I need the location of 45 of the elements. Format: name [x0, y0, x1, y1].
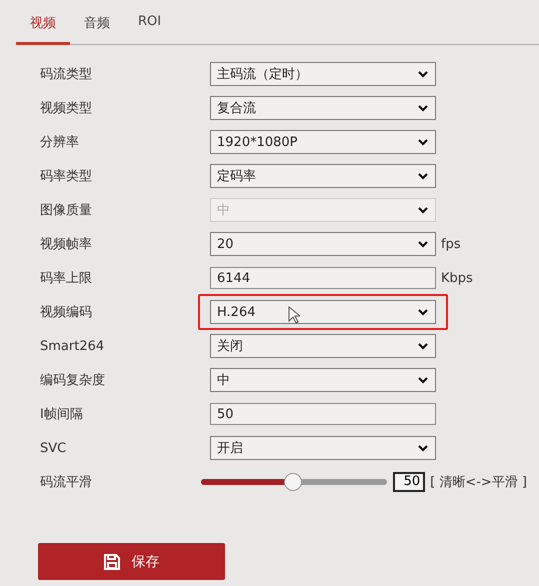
- unit-label: fps: [441, 236, 461, 252]
- field-label: 码率类型: [40, 168, 93, 185]
- cursor-icon: [288, 306, 300, 324]
- chevron-down-icon: [417, 70, 429, 78]
- dropdown[interactable]: 复合流: [210, 96, 436, 120]
- tab[interactable]: 音频: [70, 8, 124, 45]
- input-field[interactable]: 50: [210, 403, 436, 425]
- tab[interactable]: ROI: [124, 8, 176, 45]
- dropdown[interactable]: 1920*1080P: [210, 130, 436, 154]
- dropdown[interactable]: 定码率: [210, 164, 436, 188]
- dropdown[interactable]: 开启: [210, 436, 436, 460]
- save-button[interactable]: 保存: [38, 543, 225, 580]
- chevron-down-icon: [417, 308, 429, 316]
- dropdown[interactable]: 关闭: [210, 334, 436, 358]
- chevron-down-icon: [417, 342, 429, 350]
- field-label: 码率上限: [40, 270, 93, 287]
- dropdown[interactable]: 中: [210, 368, 436, 392]
- slider-thumb[interactable]: [284, 473, 302, 491]
- field-label: 码流平滑: [40, 474, 93, 491]
- field-label: 码流类型: [40, 66, 93, 83]
- unit-label: Kbps: [441, 270, 473, 286]
- chevron-down-icon: [417, 240, 429, 248]
- dropdown[interactable]: 主码流（定时）: [210, 62, 436, 86]
- field-label: 编码复杂度: [40, 372, 106, 389]
- chevron-down-icon: [417, 104, 429, 112]
- unit-label: [ 清晰<->平滑 ]: [430, 474, 527, 491]
- field-label: 视频类型: [40, 100, 93, 117]
- field-label: 图像质量: [40, 202, 93, 219]
- dropdown[interactable]: 20: [210, 232, 436, 256]
- slider-track[interactable]: [201, 473, 388, 491]
- tab[interactable]: 视频: [16, 8, 70, 45]
- chevron-down-icon: [417, 376, 429, 384]
- chevron-down-icon: [417, 138, 429, 146]
- value-field[interactable]: 50: [393, 472, 426, 492]
- field-label: Smart264: [40, 338, 106, 354]
- field-label: 视频编码: [40, 304, 93, 321]
- field-label: 分辨率: [40, 134, 80, 151]
- chevron-down-icon: [417, 206, 429, 214]
- dropdown[interactable]: H.264: [210, 300, 436, 324]
- field-label: SVC: [40, 440, 68, 456]
- field-label: 视频帧率: [40, 236, 93, 253]
- chevron-down-icon: [417, 444, 429, 452]
- field-label: I帧间隔: [40, 406, 84, 423]
- input-field[interactable]: 6144: [210, 267, 436, 289]
- chevron-down-icon: [417, 172, 429, 180]
